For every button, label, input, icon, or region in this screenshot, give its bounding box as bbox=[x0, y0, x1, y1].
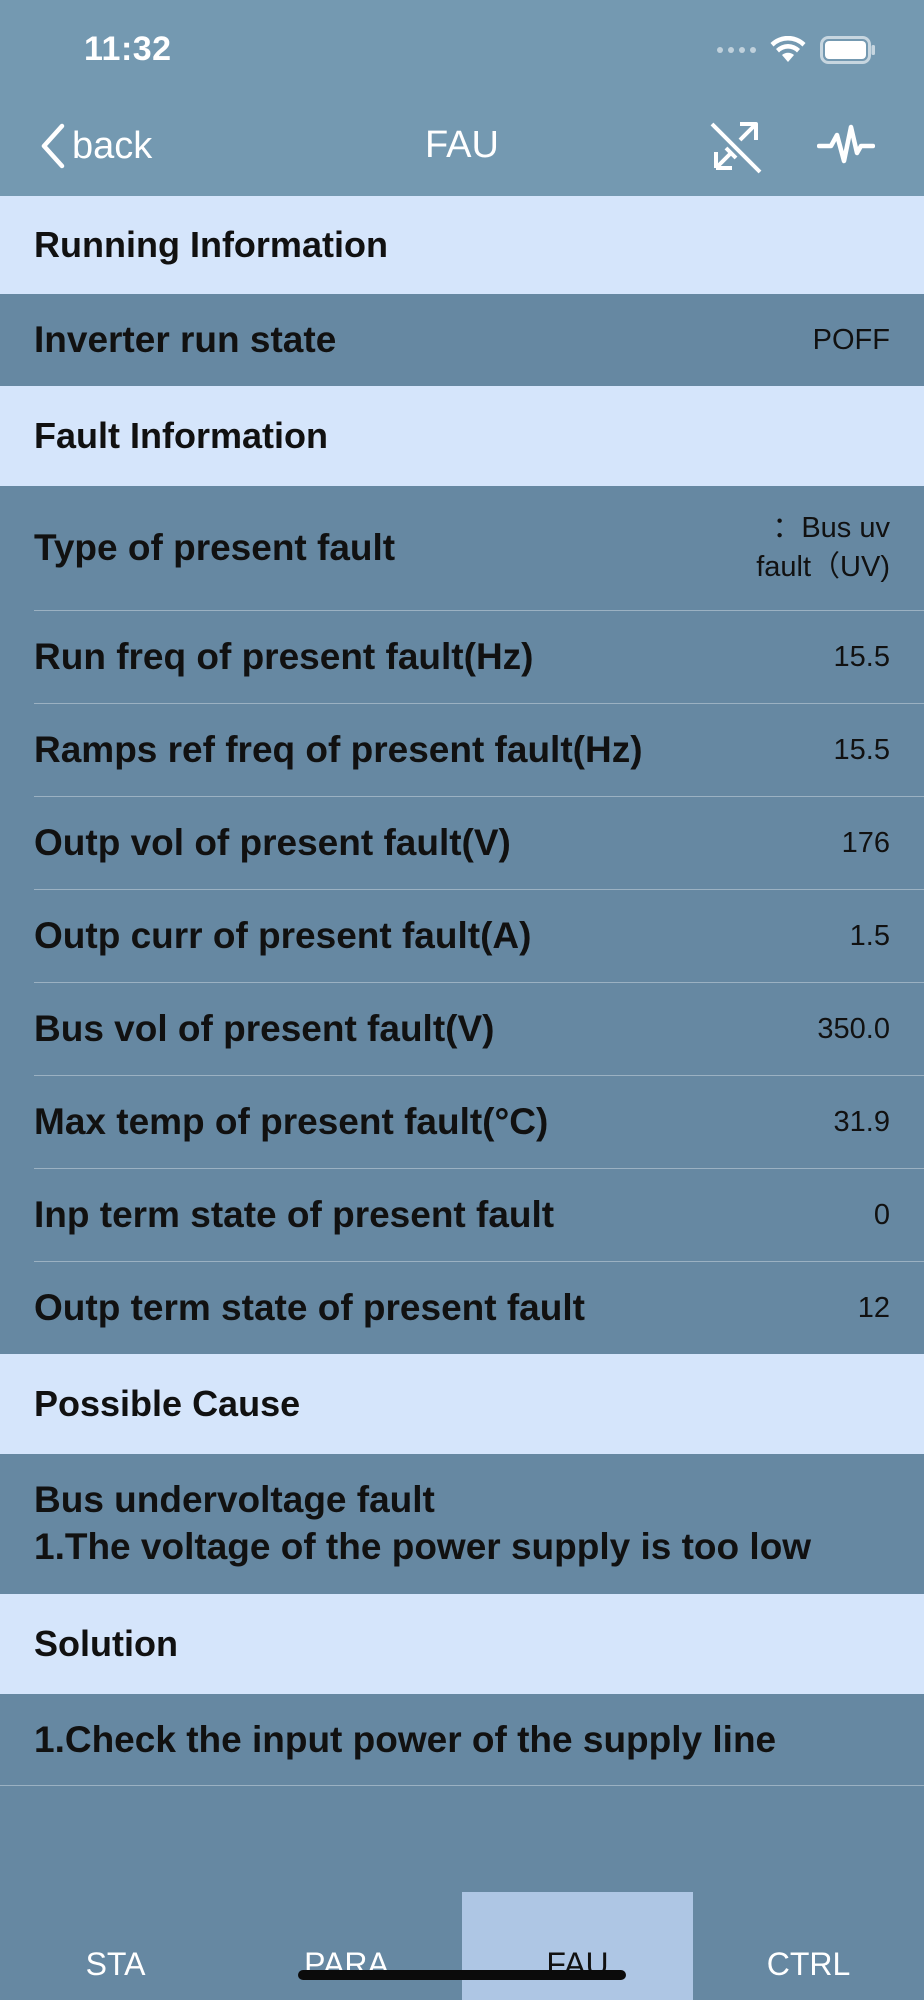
row-label: Type of present fault bbox=[34, 527, 396, 568]
wifi-icon bbox=[770, 36, 806, 62]
row-max-temp: Max temp of present fault(°C) 31.9 bbox=[0, 1076, 924, 1168]
divider bbox=[0, 1785, 924, 1786]
page-title: FAU bbox=[425, 124, 499, 166]
row-label: Max temp of present fault(°C) bbox=[34, 1101, 549, 1142]
possible-cause-text: Bus undervoltage fault 1.The voltage of … bbox=[0, 1476, 924, 1570]
waveform-icon bbox=[817, 124, 875, 164]
row-inverter-run-state: Inverter run state POFF bbox=[0, 294, 924, 386]
row-value-line: fault（UV) bbox=[756, 551, 890, 583]
row-type-of-present-fault: Type of present fault ：Bus uv fault（UV) bbox=[0, 486, 924, 610]
tab-fau[interactable]: FAU bbox=[462, 1892, 693, 2000]
row-value: 15.5 bbox=[833, 733, 890, 766]
section-solution: Solution bbox=[0, 1594, 924, 1694]
battery-icon bbox=[820, 36, 875, 64]
tab-bar: STA PARA FAU CTRL bbox=[0, 1892, 924, 2000]
nav-bar: back FAU bbox=[0, 106, 924, 186]
row-outp-curr: Outp curr of present fault(A) 1.5 bbox=[0, 890, 924, 982]
section-title: Running Information bbox=[34, 224, 388, 265]
row-value: 350.0 bbox=[817, 1012, 890, 1045]
row-label: Outp vol of present fault(V) bbox=[34, 822, 511, 863]
row-value: 0 bbox=[873, 1198, 890, 1231]
row-ramps-ref-freq: Ramps ref freq of present fault(Hz) 15.5 bbox=[0, 704, 924, 796]
row-label: Outp curr of present fault(A) bbox=[34, 915, 532, 956]
waveform-button[interactable] bbox=[816, 118, 876, 174]
section-possible-cause: Possible Cause bbox=[0, 1354, 924, 1454]
row-inp-term-state: Inp term state of present fault 0 bbox=[0, 1169, 924, 1261]
row-value: POFF bbox=[812, 323, 890, 356]
disconnect-icon bbox=[710, 122, 762, 174]
section-running-information: Running Information bbox=[0, 196, 924, 294]
row-run-freq: Run freq of present fault(Hz) 15.5 bbox=[0, 611, 924, 703]
row-value-line: ：Bus uv bbox=[772, 512, 890, 544]
row-value: 31.9 bbox=[833, 1105, 890, 1138]
cause-line: 1.The voltage of the power supply is too… bbox=[34, 1526, 812, 1567]
row-value: 176 bbox=[841, 826, 890, 859]
tab-ctrl[interactable]: CTRL bbox=[693, 1892, 924, 2000]
row-value: ：Bus uv fault（UV) bbox=[756, 509, 890, 587]
tab-para[interactable]: PARA bbox=[231, 1892, 462, 2000]
solution-line: 1.Check the input power of the supply li… bbox=[34, 1719, 777, 1760]
status-icons bbox=[717, 30, 876, 70]
row-label: Outp term state of present fault bbox=[34, 1287, 585, 1328]
row-bus-vol: Bus vol of present fault(V) 350.0 bbox=[0, 983, 924, 1075]
status-time: 11:32 bbox=[84, 30, 172, 68]
row-label: Ramps ref freq of present fault(Hz) bbox=[34, 729, 643, 770]
disconnect-button[interactable] bbox=[706, 118, 766, 174]
row-label: Inp term state of present fault bbox=[34, 1194, 555, 1235]
row-label: Bus vol of present fault(V) bbox=[34, 1008, 495, 1049]
row-label: Run freq of present fault(Hz) bbox=[34, 636, 534, 677]
row-value: 15.5 bbox=[833, 640, 890, 673]
section-title: Possible Cause bbox=[34, 1383, 301, 1424]
solution-text: 1.Check the input power of the supply li… bbox=[0, 1716, 924, 1763]
row-outp-vol: Outp vol of present fault(V) 176 bbox=[0, 797, 924, 889]
cause-line: Bus undervoltage fault bbox=[34, 1479, 435, 1520]
row-outp-term-state: Outp term state of present fault 12 bbox=[0, 1262, 924, 1354]
row-value: 12 bbox=[857, 1291, 890, 1324]
section-fault-information: Fault Information bbox=[0, 386, 924, 486]
cellular-signal-icon bbox=[717, 47, 756, 53]
section-title: Solution bbox=[34, 1623, 178, 1664]
section-title: Fault Information bbox=[34, 415, 328, 456]
top-bar: 11:32 back FAU bbox=[0, 0, 924, 196]
tab-sta[interactable]: STA bbox=[0, 1892, 231, 2000]
row-label: Inverter run state bbox=[34, 319, 337, 360]
home-indicator[interactable] bbox=[298, 1970, 626, 1980]
row-value: 1.5 bbox=[849, 919, 890, 952]
